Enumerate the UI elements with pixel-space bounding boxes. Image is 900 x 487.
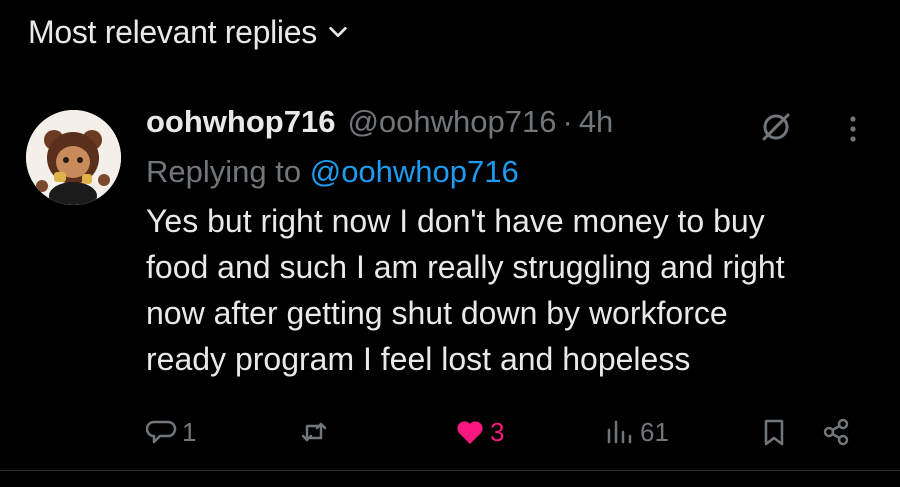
more-icon[interactable] — [838, 112, 868, 146]
bookmark-icon — [764, 419, 784, 446]
like-button[interactable]: 3 — [454, 410, 504, 454]
sort-label: Most relevant replies — [28, 13, 317, 50]
reply-text: Yes but right now I don't have money to … — [146, 198, 866, 382]
reply-content: oohwhop716 @oohwhop716 · 4h Replying to … — [146, 104, 866, 382]
heart-icon — [457, 421, 483, 444]
chevron-down-icon — [329, 26, 347, 38]
replying-prefix: Replying to — [146, 154, 302, 189]
share-button[interactable] — [820, 410, 852, 454]
reply-text-line: Yes but right now I don't have money to … — [146, 203, 765, 239]
views-count: 61 — [640, 416, 669, 447]
replying-mention[interactable]: @oohwhop716 — [310, 154, 519, 189]
reply-button[interactable]: 1 — [146, 410, 196, 454]
bookmark-button[interactable] — [758, 410, 790, 454]
reply-count: 1 — [182, 416, 197, 447]
repost-icon — [301, 422, 327, 442]
user-handle[interactable]: @oohwhop716 — [347, 104, 556, 140]
timestamp[interactable]: 4h — [579, 104, 613, 140]
replying-to: Replying to @oohwhop716 — [146, 150, 866, 194]
avatar[interactable] — [26, 110, 121, 205]
avatar-image — [26, 110, 121, 205]
action-bar: 1 3 61 — [146, 410, 866, 454]
divider — [0, 470, 900, 471]
views-icon — [607, 420, 632, 444]
share-icon — [823, 418, 849, 446]
sort-replies-dropdown[interactable]: Most relevant replies — [28, 12, 349, 52]
reply-icon — [146, 420, 177, 444]
grok-icon[interactable] — [758, 109, 794, 145]
separator: · — [562, 104, 573, 139]
reply-text-line: food and such I am really struggling and… — [146, 249, 785, 285]
reply-text-line: ready program I feel lost and hopeless — [146, 341, 691, 377]
like-count: 3 — [490, 416, 505, 447]
views-button[interactable]: 61 — [604, 410, 669, 454]
display-name[interactable]: oohwhop716 — [146, 104, 335, 140]
repost-button[interactable] — [298, 410, 334, 454]
reply-text-line: now after getting shut down by workforce — [146, 295, 728, 331]
